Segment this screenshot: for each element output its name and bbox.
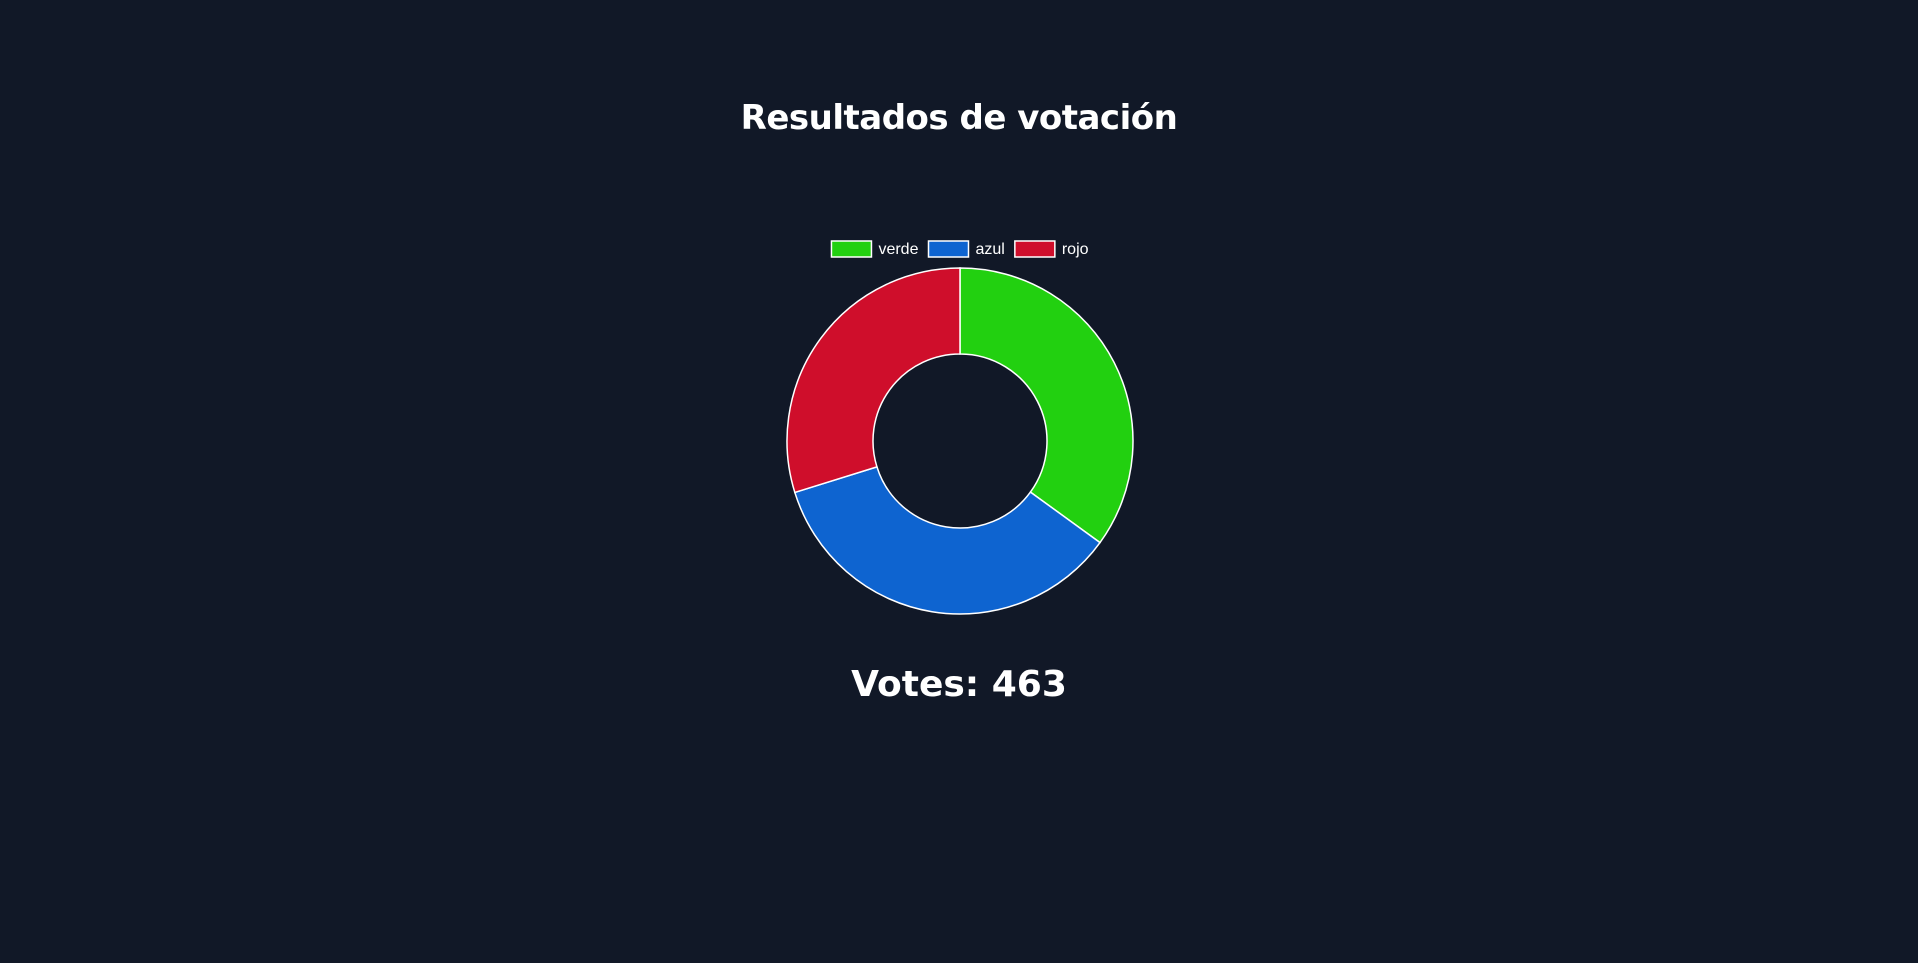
chart-slices (786, 267, 1134, 615)
legend-item-rojo[interactable]: rojo (1014, 240, 1089, 258)
legend-swatch-rojo (1014, 240, 1056, 258)
votes-total: Votes: 463 (851, 664, 1067, 705)
slice-rojo[interactable] (786, 267, 961, 494)
legend-label-verde: verde (878, 241, 918, 258)
page: Resultados de votación verde azul rojo Vot… (0, 0, 1918, 963)
donut-chart: verde azul rojo (786, 240, 1134, 615)
legend-swatch-azul (927, 240, 970, 258)
chart-legend: verde azul rojo (830, 240, 1089, 258)
legend-label-azul: azul (975, 241, 1004, 258)
legend-item-verde[interactable]: verde (830, 240, 919, 258)
legend-label-rojo: rojo (1062, 241, 1089, 258)
legend-item-azul[interactable]: azul (927, 240, 1005, 258)
slice-verde[interactable] (959, 267, 1134, 544)
legend-swatch-verde (830, 240, 873, 258)
